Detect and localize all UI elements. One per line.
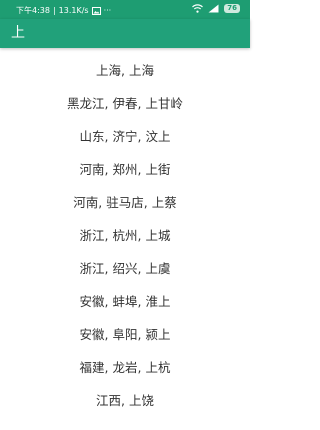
list-item[interactable]: 河南, 郑州, 上街 <box>0 156 250 184</box>
list-item[interactable]: 浙江, 杭州, 上城 <box>0 222 250 250</box>
status-time: 下午4:38 <box>16 6 50 15</box>
list-item[interactable]: 浙江, 绍兴, 上虞 <box>0 255 250 283</box>
wifi-icon <box>192 4 204 13</box>
image-icon <box>91 6 101 15</box>
list-item[interactable]: 安徽, 阜阳, 颍上 <box>0 321 250 349</box>
status-right: 76 <box>192 4 240 13</box>
status-separator: | <box>52 6 56 15</box>
list-item[interactable]: 山东, 济宁, 汶上 <box>0 123 250 151</box>
list-item[interactable]: 安徽, 蚌埠, 淮上 <box>0 288 250 316</box>
list-item[interactable]: 江西, 上饶 <box>0 387 250 415</box>
app-bar: 上 <box>0 19 250 48</box>
network-speed: 13.1K/s <box>58 6 89 15</box>
result-list[interactable]: 上海, 上海 黑龙江, 伊春, 上甘岭 山东, 济宁, 汶上 河南, 郑州, 上… <box>0 48 250 430</box>
status-bar: 下午4:38 | 13.1K/s ··· 76 <box>0 0 250 19</box>
list-item[interactable]: 上海, 上海 <box>0 57 250 85</box>
status-more: ··· <box>103 6 112 15</box>
signal-icon <box>208 4 219 13</box>
list-item[interactable]: 河南, 驻马店, 上蔡 <box>0 189 250 217</box>
list-item[interactable]: 黑龙江, 伊春, 上甘岭 <box>0 90 250 118</box>
page-title: 上 <box>11 25 25 41</box>
list-item[interactable]: 福建, 龙岩, 上杭 <box>0 354 250 382</box>
status-left: 下午4:38 | 13.1K/s ··· <box>16 5 111 16</box>
battery-icon: 76 <box>224 4 240 13</box>
